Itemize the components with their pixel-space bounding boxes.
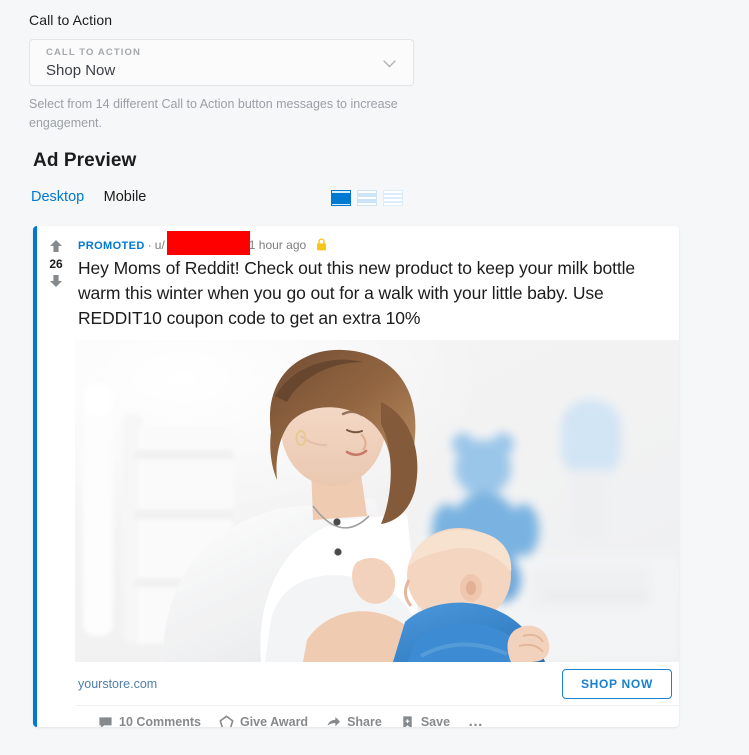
call-to-action-select-value: Shop Now — [46, 62, 116, 79]
award-icon — [219, 715, 234, 727]
upvote-arrow-icon[interactable] — [48, 238, 64, 254]
call-to-action-help-text: Select from 14 different Call to Action … — [29, 97, 398, 130]
share-action[interactable]: Share — [326, 715, 382, 728]
post-meta: PROMOTED · u/1 hour ago — [75, 226, 679, 255]
save-label: Save — [420, 715, 451, 727]
post-body: PROMOTED · u/1 hour ago Hey Moms of Reddit… — [75, 226, 679, 727]
save-action[interactable]: Save — [400, 715, 451, 727]
post-timestamp: 1 hour ago — [248, 238, 307, 252]
compact-view-icon[interactable] — [383, 190, 403, 206]
share-label: Share — [347, 715, 382, 727]
promoted-badge: PROMOTED — [78, 240, 145, 252]
padlock-icon — [316, 238, 327, 255]
tab-desktop[interactable]: Desktop — [31, 189, 84, 205]
post-title[interactable]: Hey Moms of Reddit! Check out this new p… — [75, 254, 679, 331]
post-link-row: yourstore.com SHOP NOW — [75, 662, 679, 705]
meta-separator: · — [147, 238, 152, 252]
call-to-action-heading: Call to Action — [29, 12, 113, 28]
classic-view-icon[interactable] — [357, 190, 377, 206]
redacted-username-box — [167, 231, 250, 255]
comments-action[interactable]: 10 Comments — [98, 715, 201, 727]
chevron-down-icon[interactable] — [382, 56, 397, 71]
post-image[interactable] — [75, 340, 679, 662]
vote-column: 26 — [37, 226, 75, 727]
ellipsis-icon[interactable]: … — [468, 714, 484, 727]
call-to-action-section: Call to Action CALL TO ACTION Shop Now S… — [29, 12, 419, 133]
give-award-action[interactable]: Give Award — [219, 715, 309, 727]
post-action-bar: 10 Comments Give Award Share Save … — [75, 705, 679, 727]
tab-mobile[interactable]: Mobile — [104, 189, 147, 205]
share-arrow-icon — [326, 715, 341, 728]
ad-preview-tabs: Desktop Mobile — [31, 188, 717, 210]
ad-preview-heading: Ad Preview — [33, 150, 137, 171]
downvote-arrow-icon[interactable] — [48, 273, 64, 289]
view-mode-switcher — [331, 190, 403, 206]
call-to-action-select-overline: CALL TO ACTION — [46, 47, 141, 58]
call-to-action-select[interactable]: CALL TO ACTION Shop Now — [29, 39, 414, 86]
shop-now-button[interactable]: SHOP NOW — [561, 668, 672, 699]
post-author[interactable]: u/ — [155, 238, 165, 252]
ad-preview-post-card: 26 PROMOTED · u/1 hour ago Hey Moms of Red… — [33, 226, 679, 727]
comment-bubble-icon — [98, 715, 113, 727]
bookmark-icon — [400, 715, 415, 727]
comments-label: 10 Comments — [119, 715, 201, 727]
give-award-label: Give Award — [239, 715, 309, 727]
vote-count: 26 — [49, 257, 63, 271]
post-url[interactable]: yourstore.com — [78, 677, 157, 691]
card-view-icon[interactable] — [331, 190, 351, 206]
